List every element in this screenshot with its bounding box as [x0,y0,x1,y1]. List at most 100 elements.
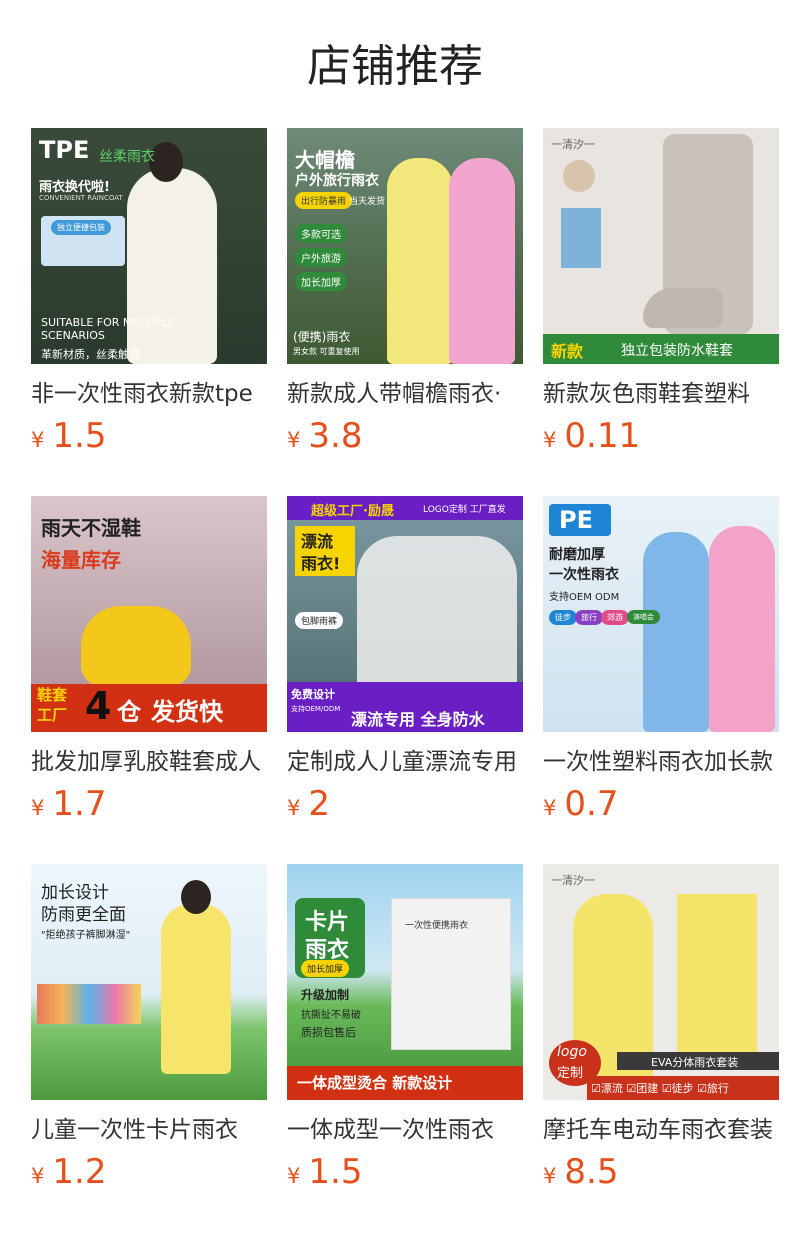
brim-title: 大帽檐 [295,148,355,172]
brim-feature-2: 户外旅游 [295,248,347,267]
brand-mark: 一清汐一 [551,138,595,151]
price-value: 1.5 [308,1152,363,1192]
product-price: ¥1.5 [287,1152,523,1196]
brand-mark: 一清汐一 [551,874,595,887]
product-price: ¥3.8 [287,416,523,460]
price-value: 2 [308,784,331,824]
package-label: 独立便捷包装 [51,220,111,235]
pe-subtitle: 一次性雨衣 [549,567,619,583]
eva-caption: EVA分体雨衣套装 [651,1056,739,1069]
card-caption: 一体成型烫合 新款设计 [297,1074,453,1092]
product-name[interactable]: 定制成人儿童漂流专用 [287,746,523,778]
raincoat-figure [127,168,217,364]
brim-badge: 出行防暴雨 [295,192,353,209]
tpe-slogan: 雨衣换代啦! [39,180,110,195]
product-card[interactable]: 雨天不湿鞋 海量库存 鞋套 工厂 4 仓 发货快 批发加厚乳胶鞋套成人 ¥1.7 [31,496,267,864]
tpe-english: CONVENIENT RAINCOAT [39,194,123,202]
oem-label: 支持OEM/ODM [291,705,341,713]
rafting-caption: 漂流专用 全身防水 [351,710,485,729]
product-name[interactable]: 新款成人带帽檐雨衣· [287,378,523,410]
factory-subtitle: LOGO定制 工厂直发 [423,505,506,515]
product-grid: TPE 丝柔雨衣 雨衣换代啦! CONVENIENT RAINCOAT 独立便捷… [31,128,779,1232]
yellow-kids-raincoat [161,904,231,1074]
product-price: ¥0.11 [543,416,779,460]
product-name[interactable]: 批发加厚乳胶鞋套成人 [31,746,267,778]
product-price: ¥1.2 [31,1152,267,1196]
product-card[interactable]: 一清汐一 logo 定制 EVA分体雨衣套装 ☑漂流 ☑团建 ☑徒步 ☑旅行 摩… [543,864,779,1232]
usage-tags: ☑漂流 ☑团建 ☑徒步 ☑旅行 [591,1082,729,1095]
currency-symbol: ¥ [543,428,557,452]
price-value: 0.11 [564,416,641,456]
page-title: 店铺推荐 [307,41,483,92]
custom-text: 定制 [557,1066,584,1081]
stock-title: 海量库存 [41,548,121,572]
product-card[interactable]: 一次性便携雨衣 卡片 雨衣 加长加厚 升级加制 抗撕扯不易破 质损包售后 一体成… [287,864,523,1232]
product-image-split-raincoat[interactable]: 一清汐一 logo 定制 EVA分体雨衣套装 ☑漂流 ☑团建 ☑徒步 ☑旅行 [543,864,779,1100]
card-feature-2: 抗撕扯不易破 [301,1010,361,1021]
brand-seal [563,160,595,192]
banner-line-2: 工厂 [37,706,68,724]
boot-foot [643,288,723,328]
currency-symbol: ¥ [31,428,45,452]
pe-oem: 支持OEM ODM [549,592,620,603]
banner-number: 4 [85,684,112,728]
brim-subtitle: 户外旅行雨衣 [295,173,379,189]
package-label: 一次性便携雨衣 [405,921,469,931]
product-card[interactable]: 大帽檐 户外旅行雨衣 出行防暴雨 当天发货 多款可选 户外旅游 加长加厚 (便携… [287,128,523,496]
currency-symbol: ¥ [543,1164,557,1188]
card-thick-badge: 加长加厚 [301,960,350,977]
pe-tag-outing: 郊游 [601,610,629,625]
pe-label: PE [559,506,593,534]
product-name[interactable]: 新款灰色雨鞋套塑料 [543,378,779,410]
brim-feature-1: 多款可选 [295,224,347,243]
product-image-kids-raincoat[interactable]: 加长设计 防雨更全面 "拒绝孩子裤脚淋湿" [31,864,267,1100]
product-card[interactable]: TPE 丝柔雨衣 雨衣换代啦! CONVENIENT RAINCOAT 独立便捷… [31,128,267,496]
product-price: ¥0.7 [543,784,779,828]
rafting-line-2: 雨衣! [301,554,341,573]
tpe-caption: 革新材质，丝柔触感 [41,348,140,361]
product-price: ¥8.5 [543,1152,779,1196]
pink-raincoat [709,526,775,732]
product-card[interactable]: 超级工厂·励晟 LOGO定制 工厂直发 漂流 雨衣! 包脚雨裤 免费设计 支持O… [287,496,523,864]
product-name[interactable]: 一次性塑料雨衣加长款 [543,746,779,778]
product-image-rafting-raincoat[interactable]: 超级工厂·励晟 LOGO定制 工厂直发 漂流 雨衣! 包脚雨裤 免费设计 支持O… [287,496,523,732]
product-image-brim-raincoat[interactable]: 大帽檐 户外旅行雨衣 出行防暴雨 当天发货 多款可选 户外旅游 加长加厚 (便携… [287,128,523,364]
pink-raincoat [449,158,515,364]
package-box: 独立便捷包装 [41,216,125,266]
foot-pants-label: 包脚雨裤 [295,612,344,629]
brim-feature-3: 加长加厚 [295,272,347,291]
product-image-pe-raincoat[interactable]: PE 耐磨加厚 一次性雨衣 支持OEM ODM 徒步 旅行 郊游 演唱会 [543,496,779,732]
factory-title: 超级工厂·励晟 [311,504,394,519]
child-head [181,880,211,914]
price-value: 3.8 [308,416,363,456]
product-name[interactable]: 摩托车电动车雨衣套装 [543,1114,779,1146]
new-badge: 新款 [551,342,584,361]
product-image-tpe-raincoat[interactable]: TPE 丝柔雨衣 雨衣换代啦! CONVENIENT RAINCOAT 独立便捷… [31,128,267,364]
logo-text: logo [557,1044,587,1060]
pe-tag-hiking: 徒步 [549,610,577,625]
price-value: 8.5 [564,1152,619,1192]
product-image-card-raincoat[interactable]: 一次性便携雨衣 卡片 雨衣 加长加厚 升级加制 抗撕扯不易破 质损包售后 一体成… [287,864,523,1100]
product-card[interactable]: 一清汐一 新款 独立包装防水鞋套 新款灰色雨鞋套塑料 ¥0.11 [543,128,779,496]
product-image-shoe-cover[interactable]: 一清汐一 新款 独立包装防水鞋套 [543,128,779,364]
tpe-label: TPE [39,136,90,164]
card-feature-1: 升级加制 [301,988,350,1002]
pe-tag-travel: 旅行 [575,610,603,625]
product-name[interactable]: 非一次性雨衣新款tpe [31,378,267,410]
tpe-english-2: SUITABLE FOR MULTIPLE [41,316,175,329]
rafting-line-1: 漂流 [301,532,334,551]
yellow-raincoat [387,158,453,364]
yellow-shoe-cover [81,606,191,686]
product-card[interactable]: 加长设计 防雨更全面 "拒绝孩子裤脚淋湿" 儿童一次性卡片雨衣 ¥1.2 [31,864,267,1232]
product-image-latex-shoe-cover[interactable]: 雨天不湿鞋 海量库存 鞋套 工厂 4 仓 发货快 [31,496,267,732]
pe-tag-concert: 演唱会 [627,610,660,624]
price-value: 1.2 [52,1152,107,1192]
kids-caption: "拒绝孩子裤脚淋湿" [41,930,131,941]
product-name[interactable]: 儿童一次性卡片雨衣 [31,1114,267,1146]
product-price: ¥1.5 [31,416,267,460]
product-card[interactable]: PE 耐磨加厚 一次性雨衣 支持OEM ODM 徒步 旅行 郊游 演唱会 一次性… [543,496,779,864]
price-value: 1.7 [52,784,107,824]
yellow-raincoat-pants [677,894,757,1054]
product-name[interactable]: 一体成型一次性雨衣 [287,1114,523,1146]
currency-symbol: ¥ [31,1164,45,1188]
